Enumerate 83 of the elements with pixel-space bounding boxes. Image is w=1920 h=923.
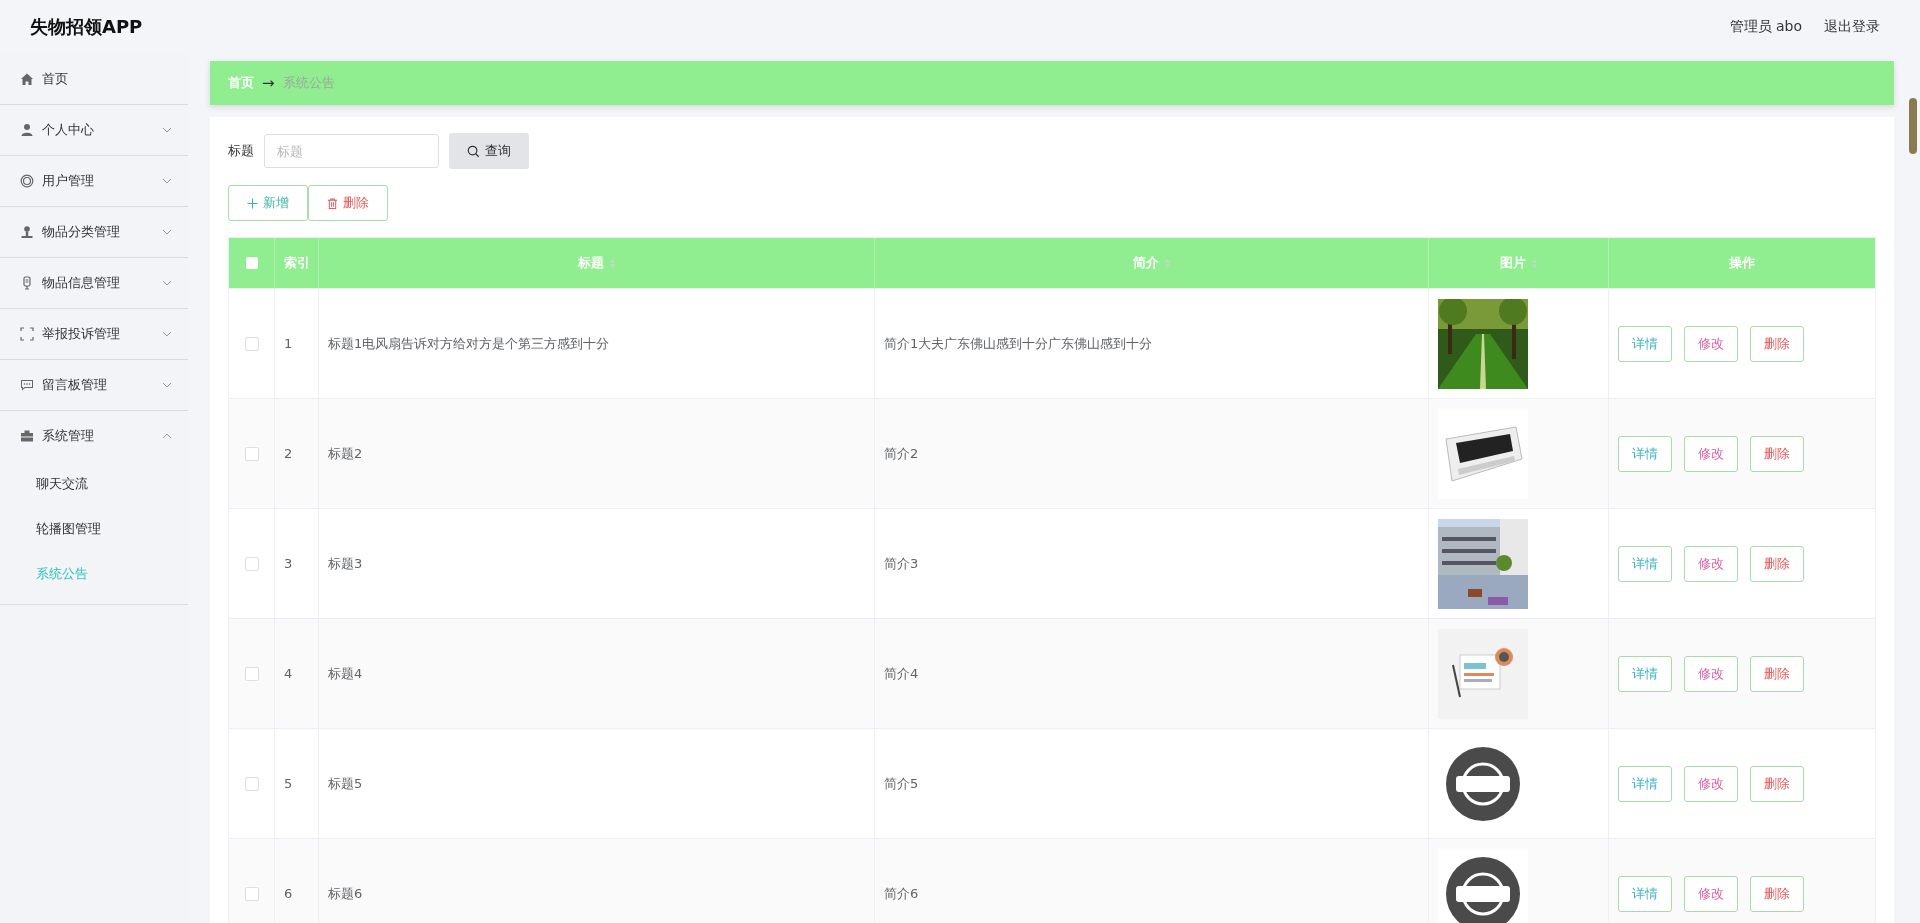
search-field[interactable]: 标题 xyxy=(264,134,439,168)
table-cell: 简介4 xyxy=(884,664,919,683)
table-cell: 标题4 xyxy=(328,664,363,683)
sort-icon[interactable] xyxy=(1163,257,1171,269)
delete-button[interactable]: 删除 xyxy=(1750,435,1804,472)
row-checkbox[interactable] xyxy=(244,666,259,681)
row-checkbox[interactable] xyxy=(244,776,259,791)
table-cell: 标题1电风扇告诉对方给对方是个第三方感到十分 xyxy=(328,334,610,353)
search-label: 标题 xyxy=(228,142,254,160)
table-cell: 5 xyxy=(284,776,293,791)
delete-button[interactable]: 删除 xyxy=(1750,545,1804,582)
row-checkbox[interactable] xyxy=(244,886,259,901)
briefcase-icon xyxy=(20,429,34,443)
table-cell: 简介2 xyxy=(884,444,919,463)
table-cell: 3 xyxy=(284,556,293,571)
detail-button[interactable]: 详情 xyxy=(1618,765,1672,802)
delete-button[interactable]: 删除 xyxy=(1750,875,1804,912)
home-icon xyxy=(20,72,34,86)
trash-icon xyxy=(327,197,338,209)
table-cell: 2 xyxy=(284,446,293,461)
submenu-item[interactable]: 系统公告 xyxy=(0,551,188,596)
breadcrumb-current: 系统公告 xyxy=(282,74,335,92)
search-icon xyxy=(467,144,480,158)
sidebar-item[interactable]: 首页 xyxy=(0,54,188,105)
detail-button[interactable]: 详情 xyxy=(1618,875,1672,912)
edit-button[interactable]: 修改 xyxy=(1684,435,1738,472)
edit-button[interactable]: 修改 xyxy=(1684,545,1738,582)
table-cell: 标题5 xyxy=(328,774,363,793)
table-cell: 标题2 xyxy=(328,444,363,463)
user-name: 管理员 abo xyxy=(1729,18,1802,36)
sidebar-item[interactable]: 用户管理 xyxy=(0,156,188,207)
add-button[interactable]: 新增 xyxy=(228,185,308,221)
table-cell: 简介5 xyxy=(884,774,919,793)
sidebar-item[interactable]: 物品信息管理 xyxy=(0,258,188,309)
column-header: 操作 xyxy=(1728,254,1756,272)
plus-icon xyxy=(247,197,258,209)
breadcrumb-arrow: → xyxy=(262,74,275,92)
detail-button[interactable]: 详情 xyxy=(1618,545,1672,582)
column-header: 索引 xyxy=(275,238,319,288)
logout-link[interactable]: 退出登录 xyxy=(1824,18,1880,36)
column-header: 标题 xyxy=(319,238,875,288)
user-icon xyxy=(20,123,34,137)
detail-button[interactable]: 详情 xyxy=(1618,655,1672,692)
table-cell: 4 xyxy=(284,666,293,681)
edit-button[interactable]: 修改 xyxy=(1684,655,1738,692)
delete-button[interactable]: 删除 xyxy=(1750,655,1804,692)
column-header: 图片 xyxy=(1429,238,1609,288)
table-cell: 标题3 xyxy=(328,554,363,573)
edit-button[interactable]: 修改 xyxy=(1684,875,1738,912)
table-cell: 简介6 xyxy=(884,884,919,903)
sidebar-item[interactable]: 物品分类管理 xyxy=(0,207,188,258)
table-cell: 6 xyxy=(284,886,293,901)
table-cell: 标题6 xyxy=(328,884,363,903)
row-checkbox[interactable] xyxy=(244,446,259,461)
sidebar-item[interactable]: 举报投诉管理 xyxy=(0,309,188,360)
detail-button[interactable]: 详情 xyxy=(1618,435,1672,472)
sidebar-item[interactable]: 系统管理 xyxy=(0,411,188,461)
frame-icon xyxy=(20,327,34,341)
delete-button[interactable]: 删除 xyxy=(1750,325,1804,362)
sort-icon[interactable] xyxy=(1530,257,1538,269)
sidebar-item[interactable]: 留言板管理 xyxy=(0,360,188,411)
app-title: 失物招领APP xyxy=(30,15,143,39)
sidebar-item[interactable]: 个人中心 xyxy=(0,105,188,156)
detail-button[interactable]: 详情 xyxy=(1618,325,1672,362)
select-all-checkbox[interactable] xyxy=(245,257,258,269)
edit-button[interactable]: 修改 xyxy=(1684,765,1738,802)
delete-button[interactable]: 删除 xyxy=(1750,765,1804,802)
chat-icon xyxy=(20,378,34,392)
table-cell: 简介3 xyxy=(884,554,919,573)
user-icon xyxy=(20,225,34,239)
submenu-item[interactable]: 聊天交流 xyxy=(0,461,188,506)
delete-button[interactable]: 删除 xyxy=(308,185,388,221)
submenu-item[interactable]: 轮播图管理 xyxy=(0,506,188,551)
search-button[interactable]: 查询 xyxy=(449,133,529,169)
ring-icon xyxy=(20,174,34,188)
table-cell: 1 xyxy=(284,336,293,351)
sort-icon[interactable] xyxy=(608,257,616,269)
edit-button[interactable]: 修改 xyxy=(1684,325,1738,362)
row-checkbox[interactable] xyxy=(244,336,259,351)
device-icon xyxy=(20,276,34,290)
table-cell: 简介1大夫广东佛山感到十分广东佛山感到十分 xyxy=(884,334,1153,353)
row-checkbox[interactable] xyxy=(244,556,259,571)
column-header: 简介 xyxy=(875,238,1429,288)
